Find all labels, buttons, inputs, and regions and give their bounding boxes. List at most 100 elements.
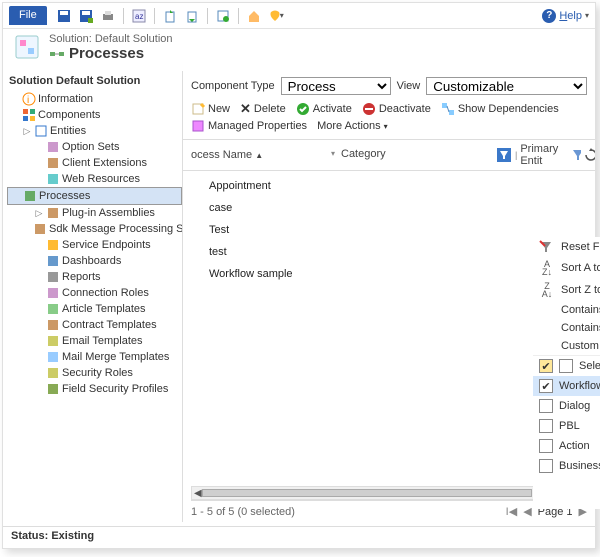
- tree-item-icon: [45, 334, 60, 348]
- process-icon: [49, 46, 65, 62]
- component-type-label: Component Type: [191, 80, 275, 92]
- deactivate-button[interactable]: Deactivate: [362, 102, 431, 116]
- help-link[interactable]: ? HHelpelp ▾: [542, 9, 589, 23]
- column-process-name[interactable]: ocess Name ▲▾: [191, 149, 341, 161]
- filter-option-dialog[interactable]: Dialog: [533, 396, 600, 416]
- svg-text:i: i: [27, 95, 29, 106]
- filter-option-workflow[interactable]: ✔Workflow: [533, 376, 600, 396]
- tree-item-connection-roles[interactable]: Connection Roles: [7, 285, 182, 301]
- filter-checkbox[interactable]: [539, 419, 553, 433]
- status-bar: Status: Existing: [3, 526, 595, 548]
- sort-za-icon: ZA↓: [539, 282, 555, 298]
- import-icon[interactable]: [184, 8, 200, 24]
- breadcrumb-solution: Solution: Default Solution: [49, 33, 173, 45]
- translate-icon[interactable]: az: [131, 8, 147, 24]
- tree-item-client-extensions[interactable]: Client Extensions: [7, 155, 182, 171]
- tree-item-reports[interactable]: Reports: [7, 269, 182, 285]
- contains-no-data[interactable]: Contains No Data: [533, 319, 600, 337]
- file-tab[interactable]: File: [9, 6, 47, 25]
- tree-item-icon: [22, 189, 37, 203]
- tree-item-icon: [45, 270, 60, 284]
- category-filter-popup: Reset Filter AZ↓Sort A to Z ZA↓Sort Z to…: [533, 237, 600, 509]
- save-icon[interactable]: [56, 8, 72, 24]
- tree-item-icon: [45, 238, 60, 252]
- tree-item-icon: [45, 350, 60, 364]
- publish-icon[interactable]: [215, 8, 231, 24]
- filter-option-pbl[interactable]: PBL: [533, 416, 600, 436]
- filter-active-icon[interactable]: [497, 148, 511, 162]
- svg-text:az: az: [135, 12, 143, 21]
- tree-entities[interactable]: ▷Entities: [7, 123, 182, 139]
- tree-components[interactable]: Components: [7, 107, 182, 123]
- sort-az-icon: AZ↓: [539, 260, 555, 276]
- home-icon[interactable]: [246, 8, 262, 24]
- save-close-icon[interactable]: [78, 8, 94, 24]
- tree-item-icon: [45, 254, 60, 268]
- filter-option-action[interactable]: Action: [533, 436, 600, 456]
- sort-za[interactable]: ZA↓Sort Z to A: [533, 279, 600, 301]
- select-all-checkbox[interactable]: [559, 359, 573, 373]
- refresh-icon[interactable]: [584, 148, 595, 162]
- tree-item-field-security-profiles[interactable]: Field Security Profiles: [7, 381, 182, 397]
- tree-item-plug-in-assemblies[interactable]: ▷Plug-in Assemblies: [7, 205, 182, 221]
- print-icon[interactable]: [100, 8, 116, 24]
- tree-item-processes[interactable]: Processes: [7, 187, 182, 205]
- grid-row[interactable]: Appointment: [205, 175, 595, 197]
- new-button[interactable]: New: [191, 102, 230, 116]
- activate-button[interactable]: Activate: [296, 102, 352, 116]
- more-actions-button[interactable]: More Actions ▾: [317, 120, 388, 132]
- tree-item-icon: [45, 318, 60, 332]
- pager-summary: 1 - 5 of 5 (0 selected): [191, 506, 295, 518]
- tree-item-web-resources[interactable]: Web Resources: [7, 171, 182, 187]
- select-all-row[interactable]: ✔ Select All: [533, 355, 600, 376]
- tree-information[interactable]: iInformation: [7, 91, 182, 107]
- tree-item-icon: [45, 366, 60, 380]
- tree-item-icon: [45, 156, 60, 170]
- component-type-select[interactable]: Process: [281, 77, 391, 95]
- actions-icon[interactable]: ▾: [268, 8, 284, 24]
- tree-item-dashboards[interactable]: Dashboards: [7, 253, 182, 269]
- filter-icon[interactable]: [571, 148, 582, 162]
- grid-row[interactable]: case: [205, 197, 595, 219]
- horizontal-scrollbar[interactable]: ◀ ▶: [191, 486, 587, 500]
- view-select[interactable]: Customizable: [426, 77, 587, 95]
- column-category[interactable]: Category: [341, 148, 515, 162]
- export-icon[interactable]: [162, 8, 178, 24]
- tree-item-service-endpoints[interactable]: Service Endpoints: [7, 237, 182, 253]
- delete-button[interactable]: ✕Delete: [240, 101, 286, 117]
- tree-item-option-sets[interactable]: Option Sets: [7, 139, 182, 155]
- managed-properties-button[interactable]: Managed Properties: [191, 119, 307, 133]
- filter-option-business-process-flow[interactable]: Business Process Flow: [533, 456, 600, 476]
- sort-az[interactable]: AZ↓Sort A to Z: [533, 257, 600, 279]
- tree-item-mail-merge-templates[interactable]: Mail Merge Templates: [7, 349, 182, 365]
- custom-filter[interactable]: Custom Filter...: [533, 337, 600, 355]
- view-label: View: [397, 80, 421, 92]
- solution-icon: [13, 33, 41, 61]
- tree-item-sdk-message-processing-s-[interactable]: Sdk Message Processing S...: [7, 221, 182, 237]
- filter-checkbox[interactable]: [539, 399, 553, 413]
- scrollbar-thumb[interactable]: [202, 489, 532, 497]
- filter-checkbox[interactable]: [539, 459, 553, 473]
- pager-first-icon[interactable]: I◀: [506, 505, 518, 518]
- sidebar-heading: Solution Default Solution: [3, 71, 182, 91]
- tree-item-icon: [45, 382, 60, 396]
- reset-filter-icon: [539, 240, 555, 254]
- tree-item-icon: [45, 140, 60, 154]
- contains-data[interactable]: Contains Data: [533, 301, 600, 319]
- show-dependencies-button[interactable]: Show Dependencies: [441, 102, 559, 116]
- tree-item-icon: [45, 172, 60, 186]
- tree-item-icon: [45, 302, 60, 316]
- reset-filter[interactable]: Reset Filter: [533, 237, 600, 257]
- tree-item-icon: [45, 286, 60, 300]
- tree-item-article-templates[interactable]: Article Templates: [7, 301, 182, 317]
- scroll-left-icon[interactable]: ◀: [194, 488, 202, 499]
- tree-item-icon: [33, 222, 47, 236]
- filter-checkbox[interactable]: [539, 439, 553, 453]
- tree-item-security-roles[interactable]: Security Roles: [7, 365, 182, 381]
- filter-checkbox[interactable]: ✔: [539, 379, 553, 393]
- tree-item-email-templates[interactable]: Email Templates: [7, 333, 182, 349]
- help-icon: ?: [542, 9, 556, 23]
- tree-item-contract-templates[interactable]: Contract Templates: [7, 317, 182, 333]
- column-primary-entity[interactable]: | Primary Entit: [515, 143, 595, 167]
- pager-prev-icon[interactable]: ◀: [523, 505, 531, 518]
